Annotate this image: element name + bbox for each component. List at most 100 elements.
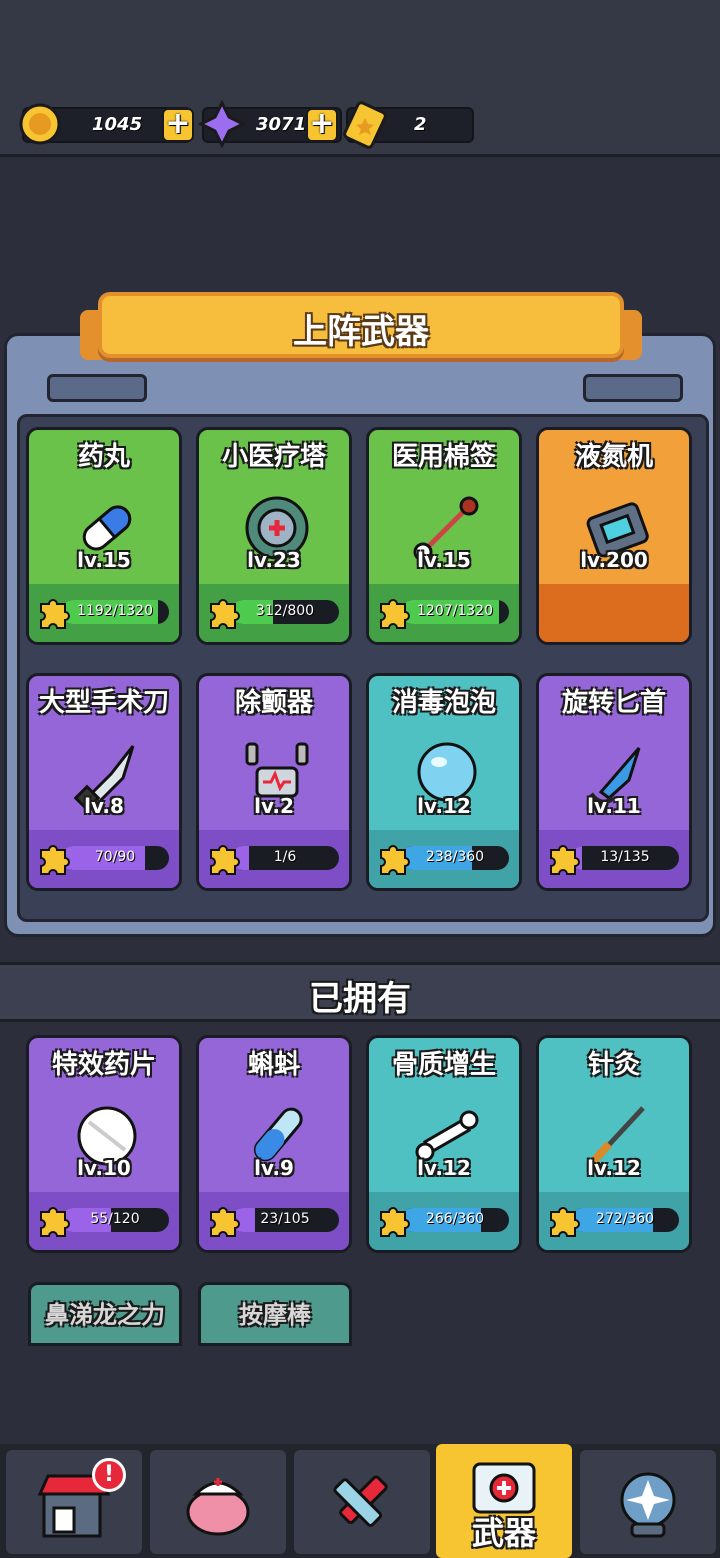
weapon-name: 消毒泡泡	[391, 688, 496, 718]
weapon-level: lv.9	[254, 1156, 294, 1180]
weapon-name: 医用棉签	[391, 442, 496, 472]
coin-icon	[19, 103, 61, 145]
weapon-card[interactable]: 小医疗塔 lv.23 312/800	[196, 427, 352, 645]
crystal-icon	[620, 1472, 676, 1538]
weapon-name: 蝌蚪	[247, 1050, 300, 1080]
weapon-level: lv.15	[417, 548, 471, 572]
shard-progress-text: 70/90	[94, 849, 136, 865]
nav-shop-badge: !	[92, 1458, 126, 1492]
weapon-card[interactable]: 针灸 lv.12 272/360	[536, 1035, 692, 1253]
weapon-card[interactable]: 旋转匕首 lv.11 13/135	[536, 673, 692, 891]
nav-shop[interactable]: !	[6, 1450, 142, 1554]
weapon-name: 旋转匕首	[561, 688, 666, 718]
puzzle-piece-icon	[210, 1207, 240, 1237]
shard-progress-text: 266/360	[425, 1211, 485, 1227]
puzzle-piece-icon	[550, 1207, 580, 1237]
shard-progress-bar: 238/360	[401, 846, 509, 870]
puzzle-piece-icon	[550, 845, 580, 875]
puzzle-piece-icon	[380, 845, 410, 875]
shard-progress-text: 13/135	[600, 849, 650, 865]
weapon-level: lv.10	[77, 1156, 131, 1180]
weapon-footer: 1192/1320	[29, 584, 179, 642]
weapon-footer: 238/360	[369, 830, 519, 888]
weapon-level: lv.200	[580, 548, 648, 572]
nav-crystal[interactable]	[580, 1450, 716, 1554]
weapon-footer: 55/120	[29, 1192, 179, 1250]
weapon-card[interactable]: 骨质增生 lv.12 266/360	[366, 1035, 522, 1253]
weapon-card[interactable]: 特效药片 lv.10 55/120	[26, 1035, 182, 1253]
weapon-level: lv.12	[417, 1156, 471, 1180]
nav-weapons[interactable]: 武器	[436, 1444, 572, 1558]
weapon-level: lv.15	[77, 548, 131, 572]
brain-icon	[186, 1478, 250, 1536]
weapon-name: 小医疗塔	[221, 442, 326, 472]
shard-progress-text: 272/360	[595, 1211, 655, 1227]
gem-icon	[198, 100, 246, 148]
shard-progress-bar: 272/360	[571, 1208, 679, 1232]
weapon-name: 液氮机	[574, 442, 653, 472]
shard-progress-text: 23/105	[260, 1211, 310, 1227]
nav-syringe[interactable]	[294, 1450, 430, 1554]
weapon-name: 除颤器	[234, 688, 313, 718]
weapon-card[interactable]: 液氮机 lv.200	[536, 427, 692, 645]
puzzle-piece-icon	[210, 845, 240, 875]
puzzle-piece-icon	[380, 599, 410, 629]
deployed-banner: 上阵武器	[98, 292, 624, 358]
weapon-card[interactable]: 蝌蚪 lv.9 23/105	[196, 1035, 352, 1253]
weapon-footer: 1/6	[199, 830, 349, 888]
weapon-card[interactable]: 药丸 lv.15 1192/1320	[26, 427, 182, 645]
panel-tab-left	[47, 374, 147, 402]
nav-brain[interactable]	[150, 1450, 286, 1554]
deployed-title: 上阵武器	[293, 312, 429, 352]
weapon-footer: 266/360	[369, 1192, 519, 1250]
ticket-value: 2	[414, 114, 427, 135]
owned-title: 已拥有	[309, 979, 411, 1019]
shard-progress-text: 312/800	[255, 603, 315, 619]
shard-progress-bar: 55/120	[61, 1208, 169, 1232]
puzzle-piece-icon	[40, 845, 70, 875]
weapon-name: 骨质增生	[391, 1050, 496, 1080]
weapon-card[interactable]: 医用棉签 lv.15 1207/1320	[366, 427, 522, 645]
weapon-card[interactable]: 大型手术刀 lv.8 70/90	[26, 673, 182, 891]
shard-progress-text: 238/360	[425, 849, 485, 865]
weapon-level: lv.12	[587, 1156, 641, 1180]
shard-progress-text: 55/120	[90, 1211, 140, 1227]
weapon-card[interactable]: 除颤器 lv.2 1/6	[196, 673, 352, 891]
add-gems-button[interactable]: +	[306, 108, 338, 142]
puzzle-piece-icon	[40, 1207, 70, 1237]
shard-progress-text: 1/6	[273, 849, 297, 865]
panel-tab-right	[583, 374, 683, 402]
weapon-footer: 13/135	[539, 830, 689, 888]
shard-progress-bar: 1/6	[231, 846, 339, 870]
weapon-footer: 272/360	[539, 1192, 689, 1250]
bottom-navbar: ! 武器	[0, 1444, 720, 1558]
nav-weapons-label: 武器	[471, 1514, 536, 1552]
syringe-icon	[333, 1475, 388, 1527]
shard-progress-text: 1207/1320	[417, 603, 493, 619]
weapon-level: lv.8	[84, 794, 124, 818]
weapon-level: lv.23	[247, 548, 301, 572]
shard-progress-bar: 312/800	[231, 600, 339, 624]
weapon-footer: 23/105	[199, 1192, 349, 1250]
weapon-footer	[539, 584, 689, 642]
shard-progress-bar: 1192/1320	[61, 600, 169, 624]
weapon-footer: 1207/1320	[369, 584, 519, 642]
weapon-card[interactable]: 消毒泡泡 lv.12 238/360	[366, 673, 522, 891]
puzzle-piece-icon	[40, 599, 70, 629]
shard-progress-bar: 23/105	[231, 1208, 339, 1232]
shard-progress-bar: 70/90	[61, 846, 169, 870]
coin-value: 1045	[92, 114, 143, 135]
locked-weapon-card[interactable]: 鼻涕龙之力	[28, 1282, 182, 1346]
weapon-level: lv.11	[587, 794, 641, 818]
weapon-name: 针灸	[587, 1050, 640, 1080]
add-coins-button[interactable]: +	[162, 108, 194, 142]
top-bar: 1045 + 3071 + 2	[0, 0, 720, 157]
weapon-level: lv.2	[254, 794, 294, 818]
locked-weapon-card[interactable]: 按摩棒	[198, 1282, 352, 1346]
shard-progress-bar: 1207/1320	[401, 600, 509, 624]
shard-progress-bar: 13/135	[571, 846, 679, 870]
shard-progress-text: 1192/1320	[77, 603, 153, 619]
weapon-name: 药丸	[77, 442, 130, 472]
weapon-footer: 312/800	[199, 584, 349, 642]
ticket-icon	[343, 101, 387, 149]
